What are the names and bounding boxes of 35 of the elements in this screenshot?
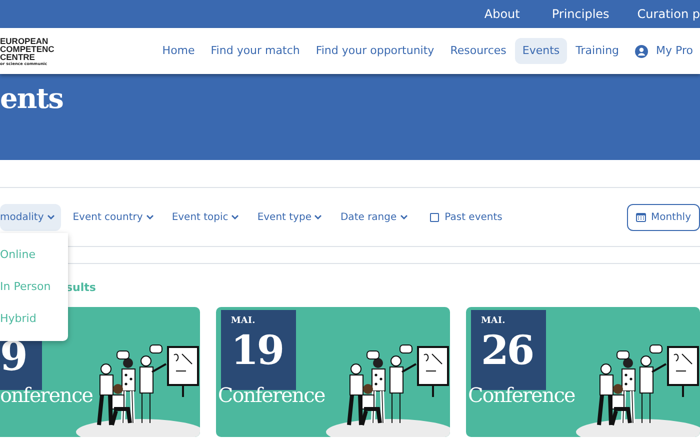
top-menu-link[interactable]: About [484, 5, 520, 23]
chevron-down-icon [314, 214, 322, 220]
profile-link[interactable]: My Pro [628, 38, 700, 64]
chevron-down-icon [231, 214, 240, 220]
event-month: MAI. [230, 314, 256, 328]
view-toggle-button[interactable]: Monthly [626, 204, 700, 230]
filter-dropdown[interactable]: modality [0, 204, 61, 230]
nav-link[interactable]: Find your opportunity [308, 38, 442, 64]
filter-dropdown[interactable]: Event topic [166, 204, 246, 230]
event-day: 19 [230, 328, 296, 372]
chevron-down-icon [400, 214, 408, 220]
top-menu-link[interactable]: Principles [552, 5, 610, 23]
event-type: Conference [218, 384, 326, 404]
filter-dropdown[interactable]: Event country [66, 204, 160, 230]
event-day: 9 [0, 334, 42, 378]
nav-link[interactable]: Home [155, 38, 202, 64]
event-day: 26 [480, 328, 546, 372]
event-card[interactable]: MAI. 26 Conference [466, 306, 700, 436]
event-type: onference [0, 384, 94, 404]
event-type: Conference [468, 384, 576, 404]
filter-dropdown[interactable]: Date range [334, 204, 414, 230]
chevron-down-icon [46, 214, 55, 220]
nav-link[interactable]: Training [568, 38, 626, 64]
top-menu-link[interactable]: Curation p [637, 5, 700, 23]
filter-dropdown[interactable]: Event type [251, 204, 328, 230]
user-icon [635, 44, 648, 58]
nav-link[interactable]: Resources [443, 38, 514, 64]
nav-link[interactable]: Events [515, 38, 567, 64]
calendar-icon [636, 212, 646, 222]
nav-link[interactable]: Find your match [204, 38, 307, 64]
chevron-down-icon [146, 214, 154, 220]
past-events-checkbox[interactable]: Past events [424, 204, 508, 230]
event-card[interactable]: MAI. 19 Conference [216, 306, 450, 436]
event-month: MAI. [480, 314, 506, 328]
page-title: ents [0, 81, 64, 116]
